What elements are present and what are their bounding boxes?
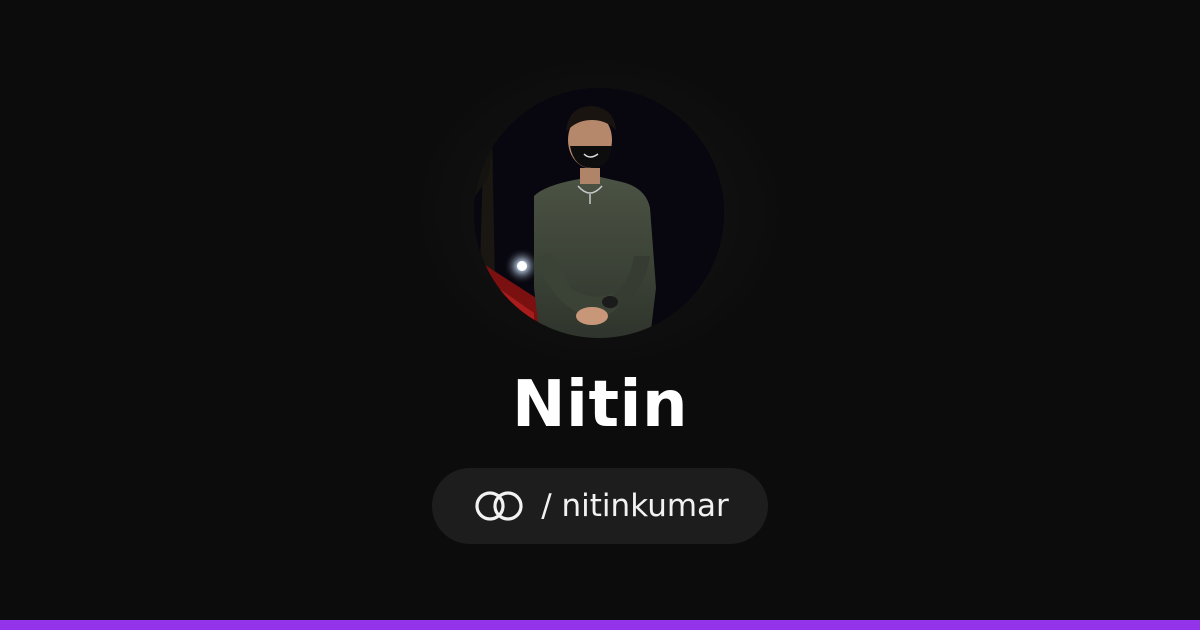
accent-bar [0,620,1200,630]
avatar[interactable] [474,88,724,338]
profile-handle-link[interactable]: / nitinkumar [432,468,768,544]
profile-name: Nitin [511,368,689,442]
profile-card: Nitin / nitinkumar [0,0,1200,630]
linked-rings-icon [471,489,527,523]
avatar-photo [474,88,724,338]
profile-handle: / nitinkumar [541,488,729,524]
